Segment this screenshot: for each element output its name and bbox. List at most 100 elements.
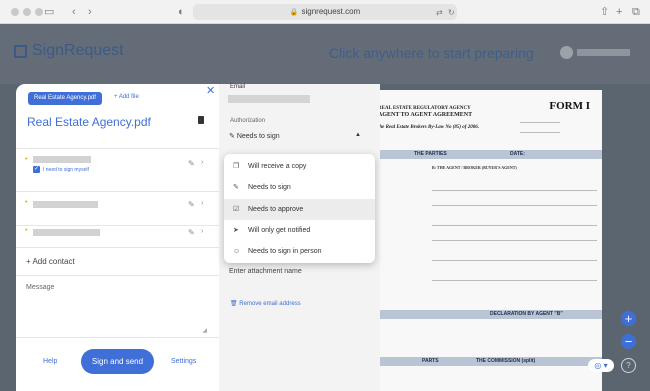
add-contact-button[interactable]: + Add contact	[26, 257, 75, 266]
menu-item-needs-approve[interactable]: ☑ Needs to approve	[224, 199, 375, 220]
sign-myself-label[interactable]: I need to sign myself	[43, 167, 89, 173]
pencil-icon[interactable]: ✎	[188, 159, 195, 168]
settings-link[interactable]: Settings	[171, 358, 196, 365]
band-commission-label: THE COMMISSION (split)	[476, 358, 536, 364]
trash-small-icon: 🗑	[230, 301, 238, 307]
trash-icon[interactable]	[198, 116, 204, 124]
lock-icon: 🔒	[289, 9, 299, 16]
header-line-2: AGENT TO AGENT AGREEMENT	[378, 112, 473, 118]
doc-field-line	[432, 240, 597, 241]
new-tab-icon[interactable]: +	[616, 5, 622, 19]
user-name-placeholder[interactable]	[577, 49, 630, 56]
band-commission: PARTS THE COMMISSION (split)	[350, 357, 602, 366]
logo-text: SignRequest	[32, 42, 124, 59]
file-tag[interactable]: Real Estate Agency.pdf	[28, 92, 102, 105]
sign-and-send-button[interactable]: Sign and send	[81, 349, 154, 374]
sidebar-toggle-icon[interactable]: ▭	[44, 5, 54, 19]
tab-overview-icon[interactable]: ⧉	[632, 5, 640, 19]
menu-item-label: Will only get notified	[248, 227, 311, 234]
reload-icon[interactable]: ↻	[448, 6, 455, 20]
doc-field-line	[432, 280, 597, 281]
menu-item-receive-copy[interactable]: ❐ Will receive a copy	[224, 156, 375, 177]
signer-dot-icon: •	[25, 156, 28, 163]
share-icon[interactable]: ⇧	[600, 5, 609, 19]
privacy-shield-icon[interactable]: ◐	[178, 5, 185, 19]
pen-icon: ✎	[229, 133, 235, 140]
menu-item-in-person[interactable]: ☺ Needs to sign in person	[224, 241, 375, 262]
doc-field-line	[432, 260, 597, 261]
click-prompt: Click anywhere to start preparing	[329, 45, 534, 61]
pencil-icon[interactable]: ✎	[188, 228, 195, 237]
chevron-right-icon[interactable]: ›	[201, 200, 203, 207]
logo-mark-icon	[14, 44, 27, 58]
authorization-select[interactable]: ✎ Needs to sign	[229, 132, 280, 140]
add-file-link[interactable]: + Add file	[114, 94, 139, 100]
chevron-right-icon[interactable]: ›	[201, 159, 203, 166]
form-title: FORM I	[549, 100, 590, 112]
divider	[16, 148, 219, 149]
signer-email-placeholder	[33, 156, 91, 163]
browser-toolbar: ▭ ‹ › ◐ 🔒 signrequest.com ⇄ ↻ ⇧ + ⧉	[0, 0, 650, 24]
menu-item-label: Needs to sign in person	[248, 248, 322, 255]
message-textarea[interactable]: Message ◢	[26, 284, 209, 334]
doc-field-line	[432, 225, 597, 226]
document-header: REAL ESTATE REGULATORY AGENCY AGENT TO A…	[378, 105, 479, 131]
signer-email-placeholder	[33, 201, 98, 208]
chevron-right-icon[interactable]: ›	[201, 228, 203, 235]
attachment-name-input[interactable]: Enter attachment name	[229, 268, 302, 275]
zoom-out-button[interactable]: −	[621, 334, 636, 349]
close-icon[interactable]: ✕	[206, 84, 215, 97]
window-zoom-dot[interactable]	[35, 8, 43, 16]
band-declaration-label: DECLARATION BY AGENT "B"	[490, 311, 563, 317]
address-bar[interactable]: 🔒 signrequest.com	[193, 4, 457, 20]
in-person-icon: ☺	[233, 248, 241, 255]
menu-item-notified[interactable]: ➤ Will only get notified	[224, 220, 375, 241]
language-selector[interactable]: ◎ ▾	[588, 359, 614, 372]
divider	[16, 247, 219, 248]
header-line-1: REAL ESTATE REGULATORY AGENCY	[378, 106, 471, 111]
authorization-label: Authorization	[230, 118, 266, 124]
pen-icon: ✎	[233, 184, 239, 191]
approve-icon: ☑	[233, 206, 240, 213]
divider	[16, 275, 219, 276]
doc-field-line	[520, 132, 560, 133]
help-link[interactable]: Help	[43, 358, 57, 365]
help-fab-button[interactable]: ?	[621, 358, 636, 373]
url-text: signrequest.com	[301, 7, 361, 16]
checkbox-checked-icon[interactable]: ✓	[33, 166, 40, 173]
pencil-icon[interactable]: ✎	[188, 200, 195, 209]
band-parties-label: THE PARTIES	[414, 151, 447, 157]
remove-email-label: Remove email address	[239, 301, 301, 307]
menu-item-label: Needs to approve	[248, 206, 304, 213]
menu-item-label: Needs to sign	[248, 184, 291, 191]
email-field[interactable]	[228, 95, 310, 103]
window-close-dot[interactable]	[11, 8, 19, 16]
signer-sidebar: Real Estate Agency.pdf + Add file ✕ Real…	[16, 84, 219, 391]
menu-item-label: Will receive a copy	[248, 163, 307, 170]
back-icon[interactable]: ‹	[72, 5, 76, 19]
zoom-in-button[interactable]: +	[621, 311, 636, 326]
signrequest-logo[interactable]: SignRequest	[14, 42, 124, 60]
copy-icon: ❐	[233, 163, 240, 170]
send-icon: ➤	[233, 227, 239, 234]
window-minimize-dot[interactable]	[23, 8, 31, 16]
translate-icon[interactable]: ⇄	[436, 6, 443, 20]
band-parties: THE PARTIES DATE:	[350, 150, 602, 159]
remove-email-link[interactable]: 🗑 Remove email address	[230, 300, 301, 307]
caret-up-icon[interactable]: ▲	[355, 132, 361, 138]
doc-field-line	[520, 122, 560, 123]
authorization-dropdown: ❐ Will receive a copy ✎ Needs to sign ☑ …	[224, 154, 375, 263]
doc-field-line	[432, 205, 597, 206]
agent-b-heading: B: THE AGENT / BROKER (BUYER'S AGENT)	[432, 165, 517, 170]
avatar[interactable]	[560, 46, 573, 59]
menu-item-needs-sign[interactable]: ✎ Needs to sign	[224, 177, 375, 198]
document-page[interactable]: FORM I REAL ESTATE REGULATORY AGENCY AGE…	[350, 90, 602, 391]
email-label: Email	[230, 84, 246, 90]
forward-icon[interactable]: ›	[88, 5, 92, 19]
authorization-value: Needs to sign	[236, 133, 280, 140]
doc-field-line	[432, 190, 597, 191]
band-parts-label: PARTS	[422, 358, 439, 364]
signer-row-1[interactable]: • ✓ I need to sign myself ✎ ›	[16, 152, 219, 192]
divider	[16, 337, 219, 338]
resize-handle-icon[interactable]: ◢	[202, 327, 207, 334]
